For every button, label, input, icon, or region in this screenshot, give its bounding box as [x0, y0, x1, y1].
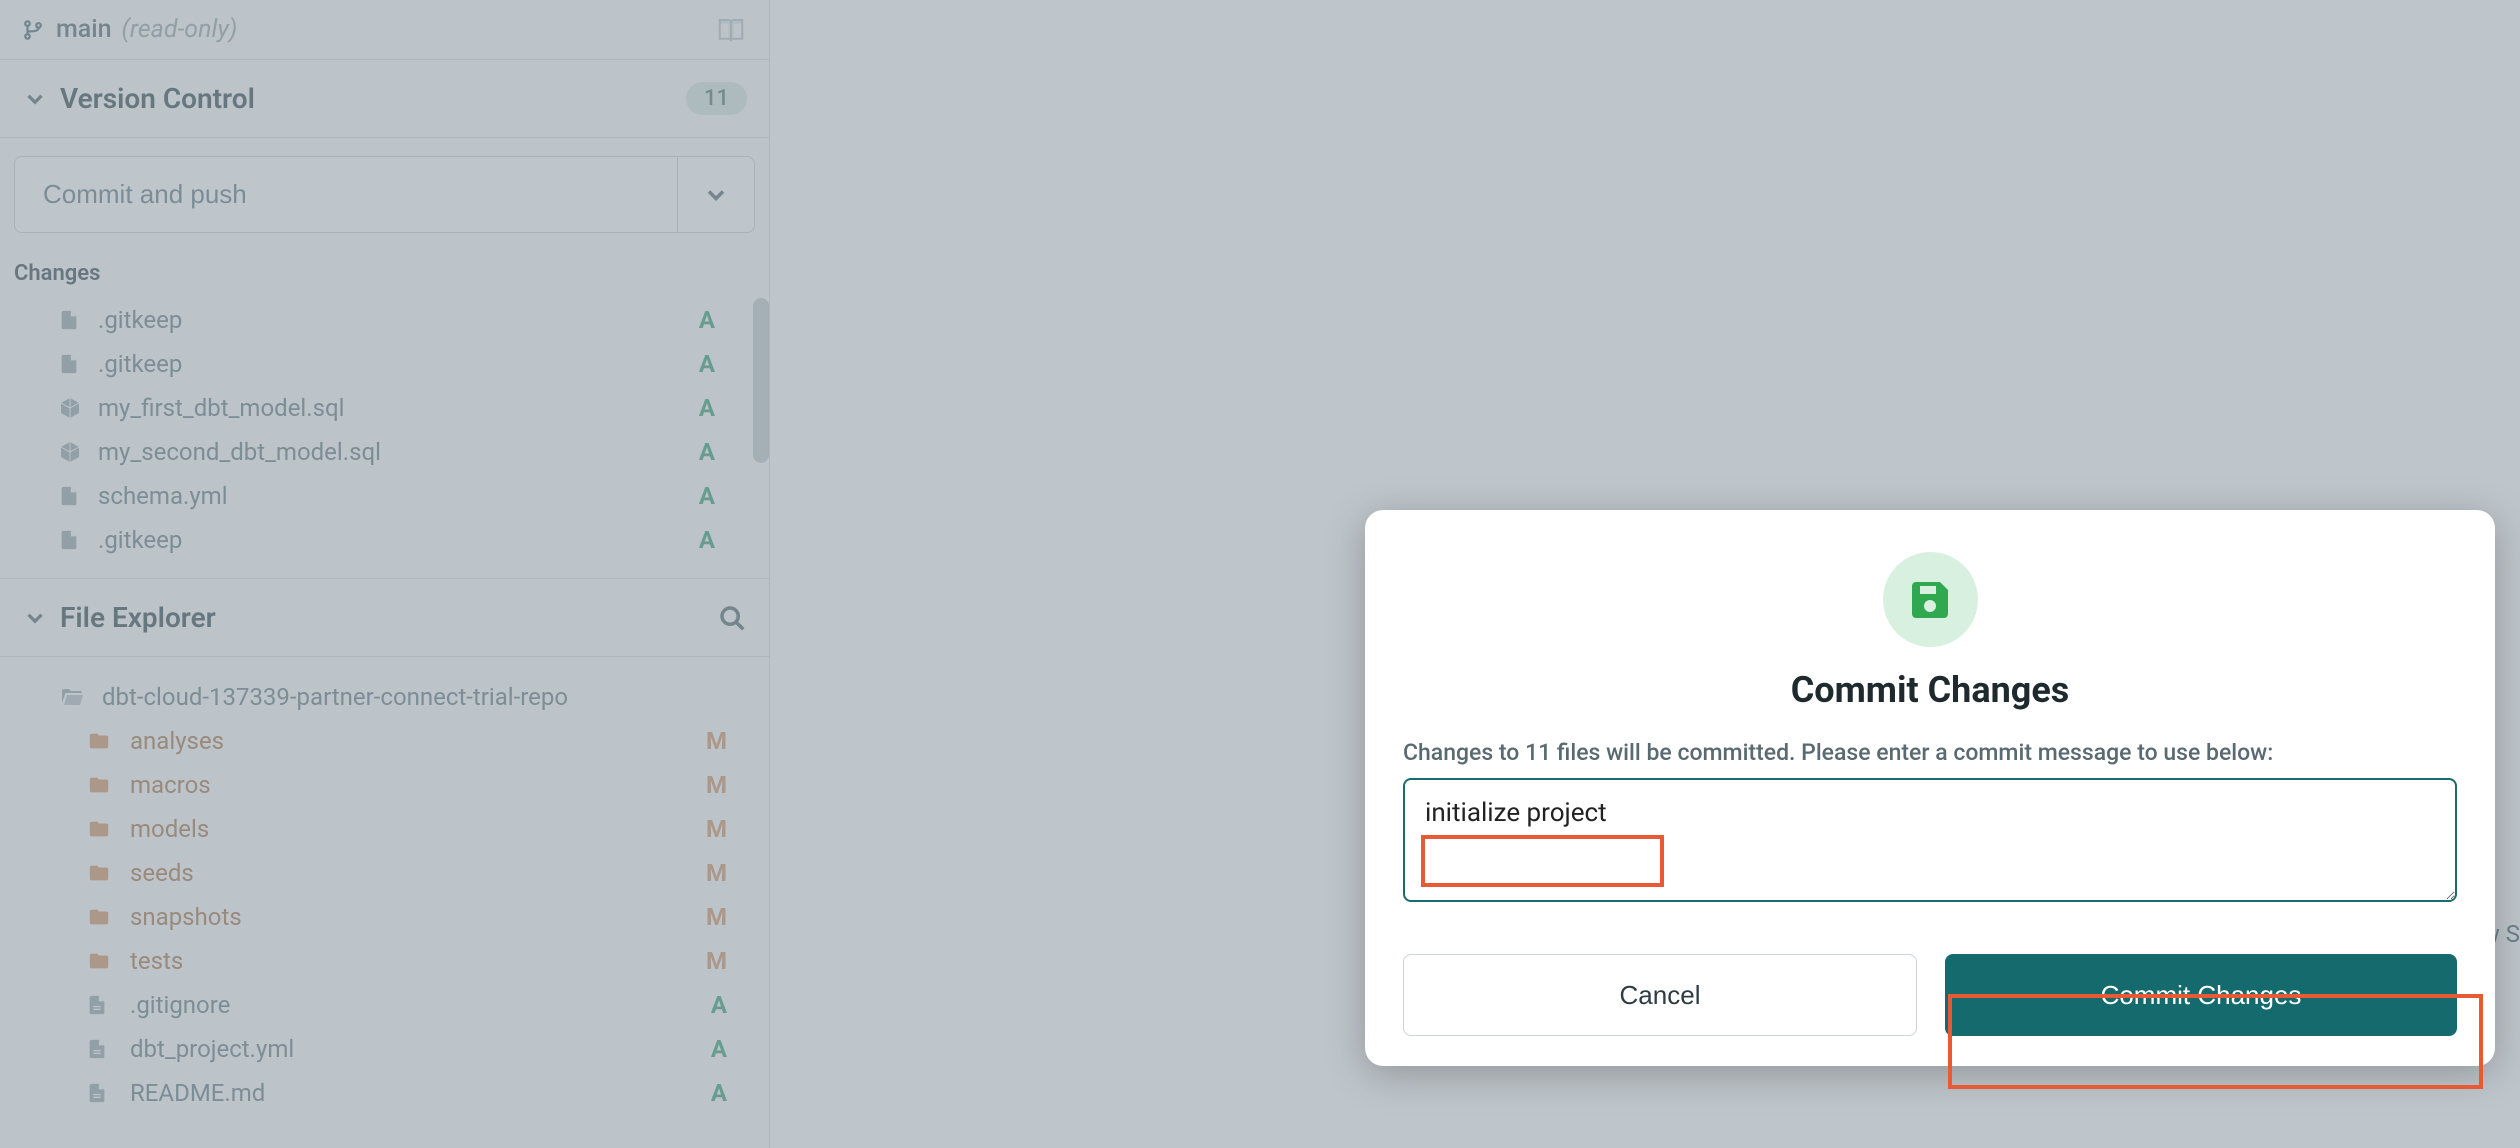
save-icon-circle	[1883, 552, 1978, 647]
commit-changes-button[interactable]: Commit Changes	[1945, 954, 2457, 1036]
commit-message-input[interactable]	[1403, 778, 2457, 902]
commit-changes-modal: Commit Changes Changes to 11 files will …	[1365, 510, 2495, 1066]
cancel-button[interactable]: Cancel	[1403, 954, 1917, 1036]
save-icon	[1906, 576, 1954, 624]
modal-hint: Changes to 11 files will be committed. P…	[1403, 739, 2457, 766]
modal-title: Commit Changes	[1403, 669, 2457, 711]
